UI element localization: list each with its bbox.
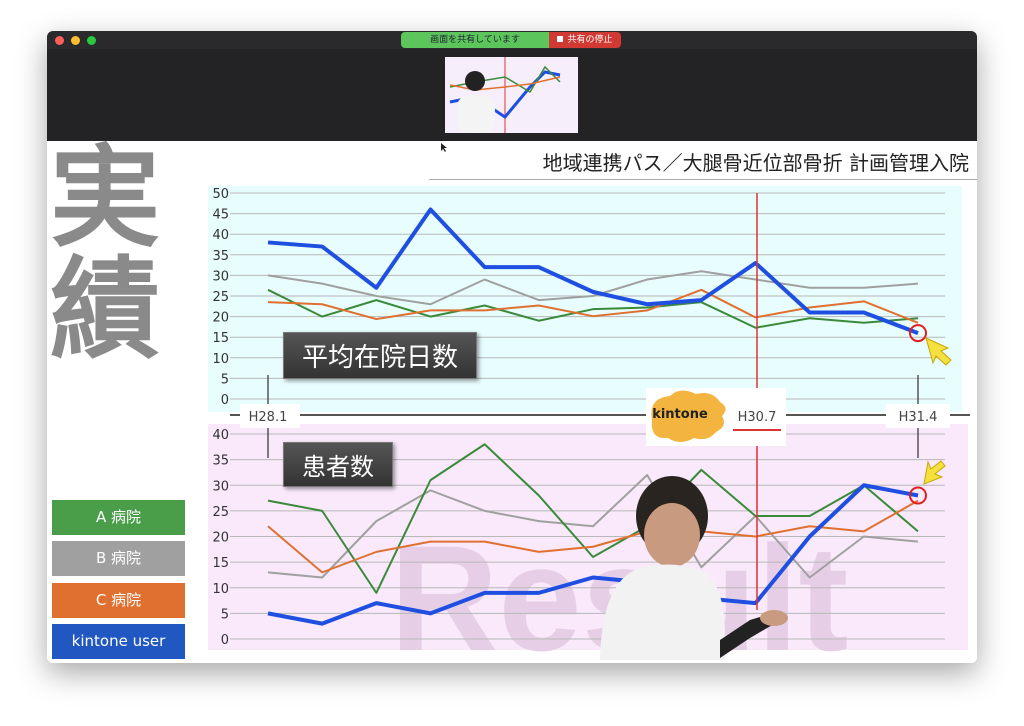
y-tick-label: 0	[221, 633, 229, 648]
y-tick-label: 45	[212, 208, 229, 223]
y-tick-label: 25	[212, 290, 229, 305]
y-tick-label: 30	[212, 479, 229, 494]
y-tick-label: 40	[212, 228, 229, 243]
charts: Result0510152025303540455005101520253035…	[208, 143, 970, 682]
chart-title-patients: 患者数	[283, 442, 393, 487]
time-label-start: H28.1	[249, 410, 288, 425]
time-label-end: H31.4	[899, 410, 938, 425]
y-tick-label: 5	[221, 607, 229, 622]
mouse-cursor-icon	[441, 143, 447, 152]
y-tick-label: 15	[212, 556, 229, 571]
y-tick-label: 25	[212, 505, 229, 520]
presenter-face	[644, 503, 700, 567]
y-tick-label: 35	[212, 249, 229, 264]
y-tick-label: 15	[212, 331, 229, 346]
y-tick-label: 50	[212, 187, 229, 202]
chart-title-avg-stay: 平均在院日数	[283, 332, 478, 379]
y-tick-label: 40	[212, 428, 229, 443]
y-tick-label: 5	[221, 372, 229, 387]
y-tick-label: 20	[212, 311, 229, 326]
y-tick-label: 0	[221, 393, 229, 408]
y-tick-label: 10	[212, 582, 229, 597]
y-tick-label: 35	[212, 454, 229, 469]
presenter-hand	[760, 610, 788, 626]
y-tick-label: 30	[212, 269, 229, 284]
y-tick-label: 10	[212, 352, 229, 367]
time-label-mid: H30.7	[738, 410, 777, 425]
y-tick-label: 20	[212, 531, 229, 546]
kintone-logo-text: kintone	[652, 407, 708, 422]
